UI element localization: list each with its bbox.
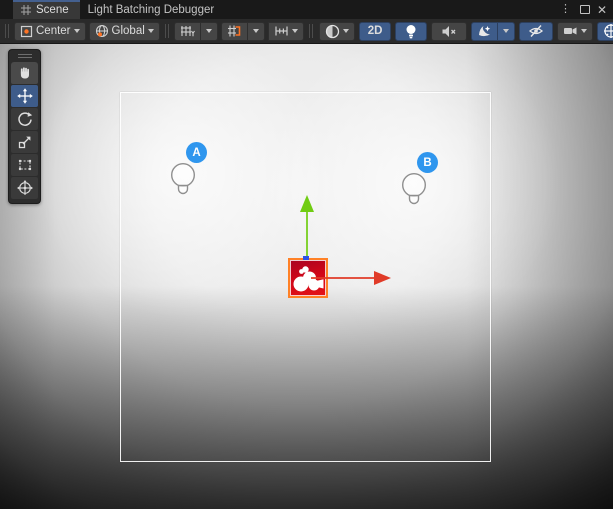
scale-icon <box>17 134 33 150</box>
pivot-mode-dropdown[interactable]: Center <box>14 22 86 41</box>
grid-snap-icon <box>227 24 242 38</box>
eye-slash-icon <box>528 24 544 38</box>
chevron-down-icon <box>253 29 259 33</box>
tool-palette <box>8 49 41 204</box>
light-a-badge-label: A <box>192 147 200 159</box>
chevron-down-icon <box>74 29 80 33</box>
chevron-down-icon <box>581 29 587 33</box>
chevron-down-icon <box>343 29 349 33</box>
grid-visibility-dropdown[interactable] <box>200 22 218 41</box>
pivot-mode-label: Center <box>36 25 71 37</box>
rotate-icon <box>17 111 33 127</box>
grid-snap-dropdown[interactable] <box>247 22 265 41</box>
light-bulb-icon <box>405 24 417 39</box>
grid-snap-group <box>221 22 265 41</box>
move-icon <box>17 88 33 104</box>
globe-icon <box>95 24 109 38</box>
toolbar-separator <box>309 24 313 38</box>
rect-tool-icon <box>17 157 33 173</box>
tab-scene-label: Scene <box>36 4 69 16</box>
chevron-down-icon <box>206 29 212 33</box>
y-axis-arrowhead[interactable] <box>300 195 314 212</box>
effects-dropdown[interactable] <box>497 22 515 41</box>
transform-icon <box>17 180 33 196</box>
snap-increment-icon <box>274 24 289 38</box>
camera-settings-dropdown[interactable] <box>557 22 593 41</box>
pivot-icon <box>20 25 33 38</box>
light-b-badge-label: B <box>423 157 431 169</box>
tab-light-batching-debugger[interactable]: Light Batching Debugger <box>80 0 226 19</box>
toggle-2d-button[interactable]: 2D <box>359 22 392 41</box>
tab-light-batching-debugger-label: Light Batching Debugger <box>88 4 215 16</box>
video-camera-icon <box>563 25 578 37</box>
scene-viewport[interactable]: A B <box>0 44 613 509</box>
tab-scene[interactable]: Scene <box>13 0 80 19</box>
toolbar-drag-handle[interactable] <box>5 24 9 38</box>
light-bulb-gizmo-icon <box>400 171 428 207</box>
toggle-2d-label: 2D <box>368 25 383 37</box>
maximize-icon[interactable] <box>580 5 590 14</box>
scene-toolbar: Center Global <box>0 19 613 44</box>
y-axis-handle[interactable] <box>306 211 308 259</box>
snap-increment-dropdown[interactable] <box>268 22 304 41</box>
transform-tool-button[interactable] <box>11 177 38 199</box>
scale-tool-button[interactable] <box>11 131 38 153</box>
effects-toggle-button[interactable] <box>471 22 498 41</box>
light-gizmo-b[interactable]: B <box>400 169 455 219</box>
z-axis-marker[interactable] <box>303 256 309 260</box>
light-b-badge[interactable]: B <box>417 152 438 173</box>
move-tool-button[interactable] <box>11 85 38 107</box>
lighting-toggle-button[interactable] <box>395 22 427 41</box>
audio-toggle-button[interactable] <box>431 22 467 41</box>
speaker-muted-icon <box>441 25 457 38</box>
toolbar-right-group: 2D <box>307 22 613 41</box>
chevron-down-icon <box>292 29 298 33</box>
close-icon[interactable]: ✕ <box>597 4 607 16</box>
tab-bar: Scene Light Batching Debugger ⋮ ✕ <box>0 0 613 19</box>
draw-mode-dropdown[interactable] <box>319 22 355 41</box>
hidden-objects-toggle-button[interactable] <box>519 22 553 41</box>
grid-visibility-group <box>174 22 218 41</box>
effects-icon <box>477 24 492 38</box>
window-controls: ⋮ ✕ <box>558 0 613 19</box>
handle-space-label: Global <box>112 25 145 37</box>
toolbar-separator <box>165 24 169 38</box>
x-axis-arrowhead[interactable] <box>374 271 391 285</box>
grid-axis-icon <box>180 24 195 38</box>
x-axis-handle[interactable] <box>311 277 374 279</box>
rect-tool-button[interactable] <box>11 154 38 176</box>
grid-visibility-button[interactable] <box>174 22 201 41</box>
chevron-down-icon <box>503 29 509 33</box>
light-gizmo-a[interactable]: A <box>169 159 224 209</box>
gizmos-toggle-button[interactable] <box>597 22 613 41</box>
grid-snap-button[interactable] <box>221 22 248 41</box>
window-menu-icon[interactable]: ⋮ <box>558 4 573 15</box>
shaded-sphere-icon <box>325 24 340 39</box>
unity-scene-window: Scene Light Batching Debugger ⋮ ✕ Center… <box>0 0 613 509</box>
scene-tab-icon <box>21 5 31 15</box>
hand-icon <box>17 65 33 81</box>
view-tool-button[interactable] <box>11 62 38 84</box>
gizmos-group <box>597 22 613 41</box>
snap-increment-group <box>268 22 304 41</box>
light-bulb-gizmo-icon <box>169 161 197 197</box>
light-a-badge[interactable]: A <box>186 142 207 163</box>
chevron-down-icon <box>148 29 154 33</box>
palette-drag-handle[interactable] <box>18 54 32 58</box>
handle-space-dropdown[interactable]: Global <box>89 22 160 41</box>
crosshair-globe-icon <box>603 23 613 39</box>
rotate-tool-button[interactable] <box>11 108 38 130</box>
effects-group <box>471 22 515 41</box>
